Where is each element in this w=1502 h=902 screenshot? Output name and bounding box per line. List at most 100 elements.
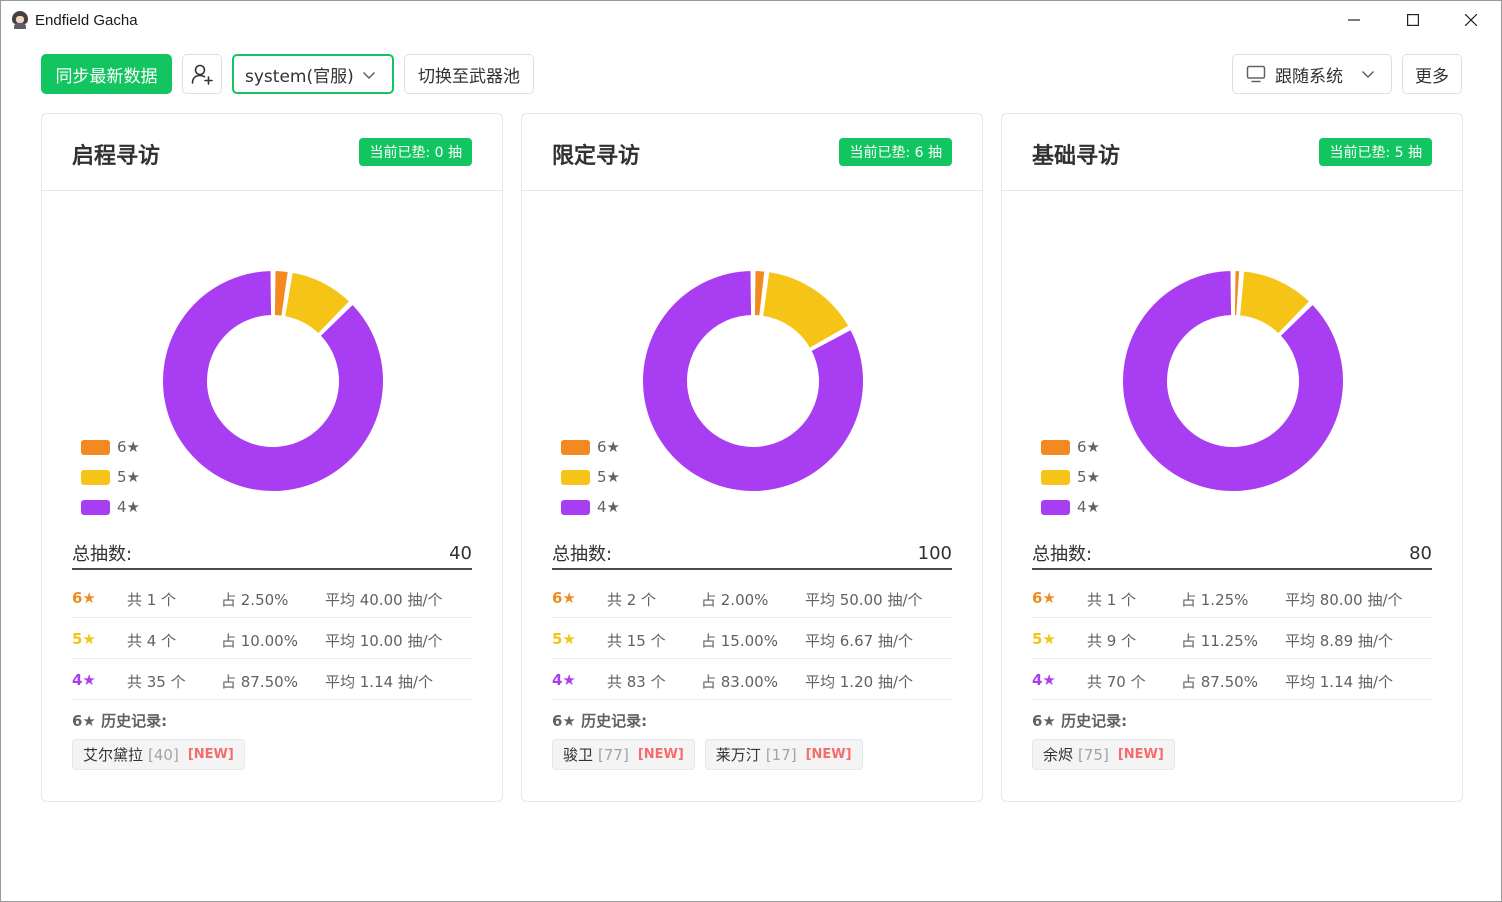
stat-row-4star: 4★ 共 35 个 占 87.50% 平均 1.14 抽/个 [72,659,472,700]
stat-star: 4★ [72,671,96,689]
history-character-name: 莱万汀 [715,746,761,764]
history-tag[interactable]: 艾尔黛拉 [40] [NEW] [72,739,245,770]
pool-card-beginner: 基础寻访 当前已垫: 5 抽 6★ 5★ 4★ 总抽数: 80 6★ 共 1 个… [1001,113,1463,802]
legend-label: 6★ [117,438,140,456]
legend-swatch-6star [561,439,590,455]
legend-item-5star[interactable]: 5★ [81,462,140,492]
stat-percent: 占 2.00% [701,591,769,609]
legend-swatch-4star [561,499,590,515]
pool-title: 基础寻访 [1032,144,1121,169]
legend-swatch-5star [1041,469,1070,485]
stat-average: 平均 80.00 抽/个 [1285,591,1403,609]
history-new-tag: [NEW] [187,747,234,762]
donut-slice-4star[interactable] [1121,269,1345,493]
legend-item-4star[interactable]: 4★ [561,492,620,522]
stat-star: 6★ [72,589,96,607]
card-header: 基础寻访 当前已垫: 5 抽 [1002,114,1462,191]
legend-item-4star[interactable]: 4★ [81,492,140,522]
legend-swatch-4star [1041,499,1070,515]
legend-swatch-6star [81,439,110,455]
close-icon [1465,14,1477,26]
legend-item-5star[interactable]: 5★ [561,462,620,492]
rarity-donut-chart [1121,269,1345,493]
stat-average: 平均 40.00 抽/个 [325,591,443,609]
stat-average: 平均 1.20 抽/个 [805,673,913,691]
stat-count: 共 70 个 [1087,673,1146,691]
legend-swatch-5star [561,469,590,485]
theme-select[interactable]: 跟随系统 [1232,54,1392,94]
stat-average: 平均 1.14 抽/个 [325,673,433,691]
history-tag[interactable]: 骏卫 [77] [NEW] [552,739,695,770]
card-header: 启程寻访 当前已垫: 0 抽 [42,114,502,191]
add-user-button[interactable] [182,54,222,94]
legend-item-6star[interactable]: 6★ [1041,432,1100,462]
donut-slice-4star[interactable] [161,269,385,493]
stat-count: 共 1 个 [127,591,177,609]
stat-row-5star: 5★ 共 4 个 占 10.00% 平均 10.00 抽/个 [72,618,472,659]
history-character-name: 艾尔黛拉 [83,746,144,764]
history-tag[interactable]: 莱万汀 [17] [NEW] [704,739,863,770]
chart-legend: 6★ 5★ 4★ [1041,432,1100,522]
stat-star: 6★ [1032,589,1056,607]
history-new-tag: [NEW] [637,747,684,762]
legend-item-5star[interactable]: 5★ [1041,462,1100,492]
chart-legend: 6★ 5★ 4★ [81,432,140,522]
monitor-icon [1246,65,1266,83]
total-pulls-row: 总抽数: 100 [552,538,952,570]
stat-row-5star: 5★ 共 9 个 占 11.25% 平均 8.89 抽/个 [1032,618,1432,659]
stat-average: 平均 1.14 抽/个 [1285,673,1393,691]
history-title: 6★ 历史记录: [72,712,168,730]
stat-count: 共 4 个 [127,632,177,650]
account-select[interactable]: system(官服) [232,54,394,94]
total-pulls-label: 总抽数: [1032,544,1093,565]
history-list: 骏卫 [77] [NEW] 莱万汀 [17] [NEW] [552,739,873,770]
legend-label: 4★ [117,498,140,516]
chart-legend: 6★ 5★ 4★ [561,432,620,522]
stat-row-4star: 4★ 共 83 个 占 83.00% 平均 1.20 抽/个 [552,659,952,700]
history-title: 6★ 历史记录: [552,712,648,730]
stat-row-6star: 6★ 共 2 个 占 2.00% 平均 50.00 抽/个 [552,577,952,618]
pity-badge: 当前已垫: 0 抽 [359,138,472,166]
history-pull-count: [77] [598,745,629,764]
history-list: 艾尔黛拉 [40] [NEW] [72,739,255,770]
history-new-tag: [NEW] [1117,747,1164,762]
stat-count: 共 1 个 [1087,591,1137,609]
legend-label: 6★ [1077,438,1100,456]
more-button[interactable]: 更多 [1402,54,1462,94]
legend-label: 5★ [117,468,140,486]
pity-badge: 当前已垫: 5 抽 [1319,138,1432,166]
close-button[interactable] [1442,1,1500,39]
total-pulls-value: 40 [449,542,472,564]
stat-count: 共 35 个 [127,673,186,691]
minimize-icon [1348,19,1360,21]
switch-weapon-pool-button[interactable]: 切换至武器池 [404,54,534,94]
stat-star: 5★ [552,630,576,648]
stat-percent: 占 15.00% [701,632,778,650]
history-tag[interactable]: 余烬 [75] [NEW] [1032,739,1175,770]
stat-average: 平均 6.67 抽/个 [805,632,913,650]
legend-label: 5★ [597,468,620,486]
minimize-button[interactable] [1325,1,1383,39]
stat-row-4star: 4★ 共 70 个 占 87.50% 平均 1.14 抽/个 [1032,659,1432,700]
stat-percent: 占 10.00% [221,632,298,650]
legend-label: 5★ [1077,468,1100,486]
legend-item-6star[interactable]: 6★ [81,432,140,462]
stat-percent: 占 87.50% [221,673,298,691]
legend-swatch-5star [81,469,110,485]
stat-count: 共 15 个 [607,632,666,650]
history-character-name: 余烬 [1043,746,1074,764]
maximize-icon [1407,14,1419,26]
chevron-down-icon [362,71,376,80]
sync-data-button[interactable]: 同步最新数据 [41,54,172,94]
stat-count: 共 2 个 [607,591,657,609]
legend-item-6star[interactable]: 6★ [561,432,620,462]
stat-percent: 占 1.25% [1181,591,1249,609]
stat-row-5star: 5★ 共 15 个 占 15.00% 平均 6.67 抽/个 [552,618,952,659]
maximize-button[interactable] [1384,1,1442,39]
total-pulls-row: 总抽数: 40 [72,538,472,570]
stat-star: 4★ [1032,671,1056,689]
legend-item-4star[interactable]: 4★ [1041,492,1100,522]
legend-label: 4★ [597,498,620,516]
rarity-donut-chart [641,269,865,493]
pool-card-standard: 启程寻访 当前已垫: 0 抽 6★ 5★ 4★ 总抽数: 40 6★ 共 1 个… [41,113,503,802]
